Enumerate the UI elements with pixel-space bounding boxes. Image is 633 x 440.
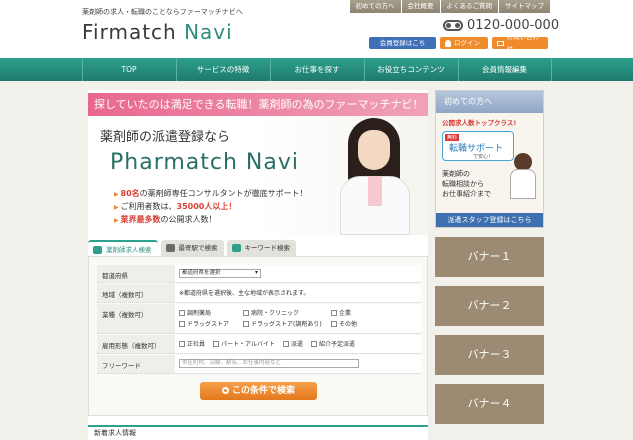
nav-top[interactable]: TOP: [81, 58, 176, 81]
chat-icon: [231, 244, 241, 252]
row-industry: 業種（複数可） 調剤薬局 病院・クリニック 企業 ドラッグストア ドラッグストア…: [97, 304, 421, 334]
hero-brand: Pharmatch Navi: [110, 150, 299, 175]
global-nav: TOP サービスの特徴 お仕事を探す お役立ちコンテンツ 会員情報編集: [0, 58, 633, 81]
row-employment: 雇用形態（複数可） 正社員 パート・アルバイト 派遣 紹介予定派遣: [97, 335, 421, 354]
header-buttons: 会員登録はこちら！ ログイン お問い合わせ: [369, 33, 548, 59]
row-freeword: フリーワード 市区町村、沿線、駅名、お仕事内容など: [97, 355, 421, 374]
checkbox-fulltime[interactable]: 正社員: [179, 339, 205, 348]
search-tabs: 薬剤師求人検索 最寄駅で検索 キーワード検索: [88, 240, 296, 256]
freedial-icon: [443, 20, 463, 31]
banner-4[interactable]: バナー４: [435, 384, 544, 424]
area-label: 地域（複数可）: [97, 284, 175, 302]
tab-keyword-search[interactable]: キーワード検索: [226, 240, 296, 256]
nav-find-jobs[interactable]: お仕事を探す: [269, 58, 364, 81]
checkbox-drugstore[interactable]: ドラッグストア: [179, 319, 243, 328]
hero-headline: 探していたのは満足できる転職！薬剤師の為のファーマッチナビ！: [88, 93, 428, 116]
prefecture-select[interactable]: 都道府県を選択: [179, 269, 261, 278]
checkbox-dispensing[interactable]: 調剤薬局: [179, 308, 243, 317]
hero-point-3: 業界最多数の公開求人数！: [114, 214, 308, 227]
support-bubble: 無料 転職サポート で安心！: [442, 131, 514, 161]
staff-register-link[interactable]: 派遣スタッフ登録はこちら: [436, 213, 543, 227]
tab-keyword-search-label: キーワード検索: [244, 244, 291, 252]
banner-2[interactable]: バナー２: [435, 286, 544, 326]
area-note: ※都道府県を選択後、主な地域が表示されます。: [175, 284, 421, 302]
search-icon: [221, 387, 229, 394]
industry-label: 業種（複数可）: [97, 304, 175, 333]
freeword-label: フリーワード: [97, 355, 175, 373]
site-logo[interactable]: Firmatch Navi: [82, 20, 233, 44]
tagline: 薬剤師の求人・転職のことならファーマッチナビへ: [82, 8, 243, 16]
row-area: 地域（複数可） ※都道府県を選択後、主な地域が表示されます。: [97, 284, 421, 303]
first-time-title: 初めての方へ: [436, 91, 543, 113]
nav-contents[interactable]: お役立ちコンテンツ: [363, 58, 458, 81]
toplink-company[interactable]: 会社概要: [400, 0, 440, 13]
login-label: ログイン: [454, 39, 480, 47]
row-prefecture: 都道府県 都道府県を選択: [97, 265, 421, 283]
checkbox-other[interactable]: その他: [331, 319, 391, 328]
person-icon: [445, 39, 451, 47]
tab-station-search[interactable]: 最寄駅で検索: [160, 240, 224, 256]
support-sub: で安心！: [473, 154, 494, 160]
first-time-catch: 公開求人数トップクラス!: [442, 119, 517, 127]
checkbox-company[interactable]: 企業: [331, 308, 391, 317]
banner-1[interactable]: バナー１: [435, 237, 544, 277]
checkbox-hospital[interactable]: 病院・クリニック: [243, 308, 331, 317]
contact-button[interactable]: お問い合わせ: [492, 33, 548, 53]
first-time-banner[interactable]: 初めての方へ 公開求人数トップクラス! 無料 転職サポート で安心！ 薬剤師の転…: [435, 90, 544, 228]
checkbox-drugstore-dispensing[interactable]: ドラッグストア(調剤あり): [243, 319, 331, 328]
login-button[interactable]: ログイン: [440, 37, 488, 49]
nav-member-edit[interactable]: 会員情報編集: [457, 58, 552, 81]
checkbox-temp-to-perm[interactable]: 紹介予定派遣: [310, 339, 355, 348]
register-button[interactable]: 会員登録はこちら！: [369, 37, 436, 59]
new-jobs-heading: 新着求人情報: [88, 425, 428, 440]
sidebar: 初めての方へ 公開求人数トップクラス! 無料 転職サポート で安心！ 薬剤師の転…: [435, 90, 544, 424]
site-header: 薬剤師の求人・転職のことならファーマッチナビへ Firmatch Navi 初め…: [0, 0, 633, 59]
hero-point-1: 80名の薬剤師専任コンサルタントが徹底サポート！: [114, 188, 308, 201]
logo-main: Firmatch: [82, 20, 185, 44]
top-links: 初めての方へ 会社概要 よくあるご質問 サイトマップ: [348, 0, 550, 13]
mail-icon: [497, 40, 504, 46]
toplink-first-time[interactable]: 初めての方へ: [348, 0, 401, 13]
pharmacist-photo: [330, 118, 420, 235]
train-icon: [165, 244, 175, 252]
tab-job-search[interactable]: 薬剤師求人検索: [88, 240, 158, 256]
tab-job-search-label: 薬剤師求人検索: [106, 246, 152, 254]
search-submit-button[interactable]: この条件で検索: [200, 382, 317, 400]
hero-points: 80名の薬剤師専任コンサルタントが徹底サポート！ ご利用者数は、35000人以上…: [114, 188, 308, 227]
checkbox-parttime[interactable]: パート・アルバイト: [213, 339, 275, 348]
toplink-faq[interactable]: よくあるご質問: [439, 0, 498, 13]
tab-station-search-label: 最寄駅で検索: [178, 244, 218, 252]
free-badge: 無料: [445, 134, 460, 141]
employment-label: 雇用形態（複数可）: [97, 335, 175, 353]
support-desc: 薬剤師の 転職相談から お仕事紹介まで: [442, 170, 491, 198]
search-icon: [93, 246, 102, 254]
prefecture-label: 都道府県: [97, 265, 175, 282]
hero-point-2: ご利用者数は、35000人以上！: [114, 201, 308, 214]
freeword-input[interactable]: 市区町村、沿線、駅名、お仕事内容など: [179, 359, 359, 368]
pharmacist-illustration: [506, 153, 540, 201]
checkbox-dispatch[interactable]: 派遣: [282, 339, 303, 348]
banner-3[interactable]: バナー３: [435, 335, 544, 375]
nav-features[interactable]: サービスの特徴: [175, 58, 270, 81]
hero-sub: 薬剤師の派遣登録なら: [100, 130, 231, 145]
logo-accent: Navi: [184, 20, 233, 44]
search-submit-label: この条件で検索: [231, 386, 295, 396]
toplink-sitemap[interactable]: サイトマップ: [498, 0, 550, 13]
contact-label: お問い合わせ: [506, 33, 540, 53]
